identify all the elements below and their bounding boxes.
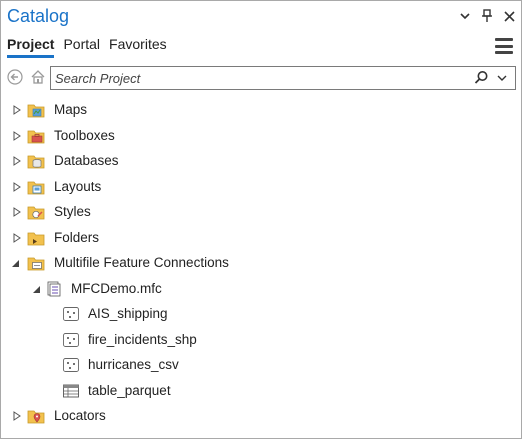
tree-item-label: Folders — [54, 230, 100, 245]
home-icon[interactable] — [30, 69, 46, 85]
tree-item-label: fire_incidents_shp — [88, 332, 197, 347]
search-input[interactable] — [55, 69, 465, 87]
tab-favorites[interactable]: Favorites — [109, 36, 167, 58]
collapse-icon[interactable] — [10, 258, 20, 268]
database-folder-icon — [27, 155, 45, 169]
mfc-file-icon — [47, 281, 61, 297]
tab-portal[interactable]: Portal — [63, 36, 100, 58]
expand-icon[interactable] — [12, 156, 22, 166]
tree-item-ais-shipping[interactable]: AIS_shipping — [1, 302, 521, 326]
expand-icon[interactable] — [12, 207, 22, 217]
collapse-icon[interactable] — [31, 284, 41, 294]
tree-item-fire-incidents[interactable]: fire_incidents_shp — [1, 328, 521, 352]
pane-controls — [457, 8, 517, 24]
catalog-pane: Catalog Project Portal Favorites Search … — [0, 0, 522, 439]
title-bar: Catalog — [1, 1, 521, 33]
search-row — [1, 63, 521, 93]
tab-project[interactable]: Project — [7, 36, 55, 58]
tree-item-label: Multifile Feature Connections — [54, 255, 229, 270]
tree-item-hurricanes[interactable]: hurricanes_csv — [1, 353, 521, 377]
point-dataset-icon — [63, 333, 79, 347]
chevron-down-icon[interactable] — [496, 70, 510, 86]
layouts-folder-icon — [27, 181, 45, 195]
pin-icon[interactable] — [479, 8, 495, 24]
folder-icon — [27, 232, 45, 246]
table-icon — [63, 384, 79, 398]
point-dataset-icon — [63, 307, 79, 321]
close-icon[interactable] — [501, 8, 517, 24]
chevron-down-icon[interactable] — [457, 8, 473, 24]
tree-item-label: Styles — [54, 204, 91, 219]
tree-item-label: table_parquet — [88, 383, 171, 398]
tree-item-label: hurricanes_csv — [88, 357, 179, 372]
tree-item-label: Toolboxes — [54, 128, 115, 143]
pane-title: Catalog — [7, 6, 70, 26]
catalog-tabs: Project Portal Favorites — [7, 36, 167, 58]
tree-item-mfcdemo[interactable]: MFCDemo.mfc — [1, 277, 521, 301]
maps-folder-icon — [27, 104, 45, 118]
tree-item-folders[interactable]: Folders — [1, 226, 521, 250]
tree-item-mfc-connections[interactable]: Multifile Feature Connections — [1, 251, 521, 275]
expand-icon[interactable] — [12, 182, 22, 192]
tree-item-maps[interactable]: Maps — [1, 98, 521, 122]
tree-item-styles[interactable]: Styles — [1, 200, 521, 224]
back-arrow-icon[interactable] — [7, 69, 23, 85]
expand-icon[interactable] — [12, 131, 22, 141]
tree-item-locators[interactable]: Locators — [1, 404, 521, 428]
expand-icon[interactable] — [12, 411, 22, 421]
tree-item-label: Layouts — [54, 179, 102, 194]
expand-icon[interactable] — [12, 233, 22, 243]
tree-item-label: Maps — [54, 102, 88, 117]
tree-item-layouts[interactable]: Layouts — [1, 175, 521, 199]
tree-item-toolboxes[interactable]: Toolboxes — [1, 124, 521, 148]
toolbox-folder-icon — [27, 130, 45, 144]
tree-item-label: AIS_shipping — [88, 306, 168, 321]
search-box — [50, 66, 516, 90]
locators-folder-icon — [27, 410, 45, 424]
tree-item-label: Locators — [54, 408, 106, 423]
tree-item-table-parquet[interactable]: table_parquet — [1, 379, 521, 403]
point-dataset-icon — [63, 358, 79, 372]
menu-icon[interactable] — [495, 38, 513, 54]
tree-item-databases[interactable]: Databases — [1, 149, 521, 173]
expand-icon[interactable] — [12, 105, 22, 115]
mfc-folder-icon — [27, 257, 45, 271]
tree-item-label: Databases — [54, 153, 119, 168]
search-icon[interactable] — [473, 70, 489, 86]
tree-item-label: MFCDemo.mfc — [71, 281, 162, 296]
styles-folder-icon — [27, 206, 45, 220]
